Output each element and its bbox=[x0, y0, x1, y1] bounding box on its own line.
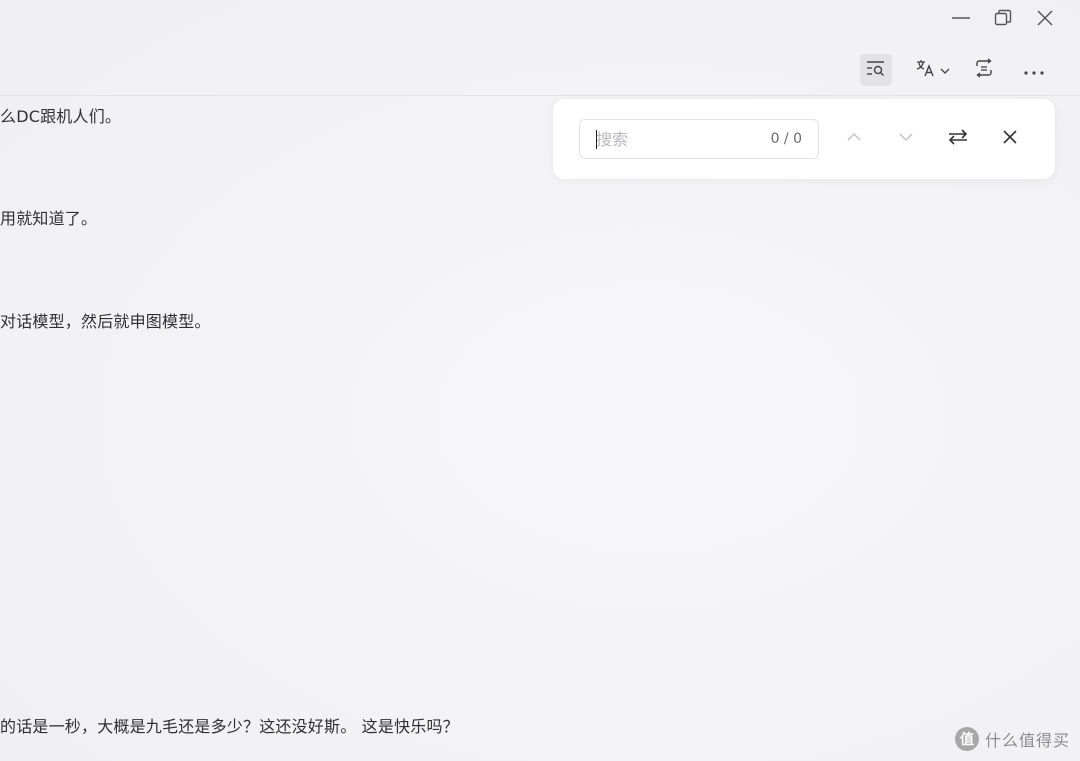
previous-match-button[interactable] bbox=[834, 119, 874, 159]
restore-button[interactable] bbox=[982, 0, 1024, 36]
close-icon bbox=[1035, 8, 1055, 28]
chevron-down-icon bbox=[897, 128, 915, 150]
watermark: 值 什么值得买 bbox=[954, 727, 1070, 751]
transcript-line: 对话模型，然后就申图模型。 bbox=[0, 312, 211, 331]
next-match-button[interactable] bbox=[886, 119, 926, 159]
transcript-line: 用就知道了。 bbox=[0, 209, 98, 228]
chevron-up-icon bbox=[845, 128, 863, 150]
match-count: 0 / 0 bbox=[770, 131, 802, 147]
close-find-button[interactable] bbox=[990, 119, 1030, 159]
watermark-logo: 值 bbox=[954, 727, 979, 751]
restore-icon bbox=[993, 8, 1013, 28]
more-icon bbox=[1023, 61, 1045, 80]
search-text-icon bbox=[865, 58, 887, 82]
watermark-text: 什么值得买 bbox=[984, 731, 1070, 750]
close-window-button[interactable] bbox=[1024, 0, 1066, 36]
app-window: 么DC跟机人们。 用就知道了。 对话模型，然后就申图模型。 的话是一秒，大概是九… bbox=[0, 0, 1080, 761]
swap-format-icon bbox=[973, 57, 995, 83]
transcript-line: 么DC跟机人们。 bbox=[0, 107, 122, 126]
text-caret bbox=[596, 130, 597, 149]
transcript-line: 的话是一秒，大概是九毛还是多少？这还没好斯。 这是快乐吗？ bbox=[0, 717, 459, 736]
format-swap-button[interactable] bbox=[968, 54, 1000, 86]
find-in-text-button[interactable] bbox=[860, 54, 892, 86]
search-input[interactable] bbox=[596, 120, 746, 158]
search-field: 0 / 0 bbox=[579, 119, 819, 159]
replace-toggle-button[interactable] bbox=[938, 119, 978, 159]
toolbar-divider bbox=[0, 95, 1080, 96]
toolbar bbox=[860, 52, 1080, 88]
find-panel: 0 / 0 bbox=[553, 99, 1055, 179]
swap-arrows-icon bbox=[948, 128, 968, 150]
translate-button[interactable] bbox=[910, 54, 954, 86]
minimize-icon bbox=[951, 8, 971, 28]
minimize-button[interactable] bbox=[940, 0, 982, 36]
window-controls bbox=[940, 0, 1080, 36]
translate-icon bbox=[915, 57, 937, 83]
close-icon bbox=[1002, 129, 1018, 149]
chevron-down-icon bbox=[940, 61, 950, 80]
more-button[interactable] bbox=[1018, 54, 1050, 86]
